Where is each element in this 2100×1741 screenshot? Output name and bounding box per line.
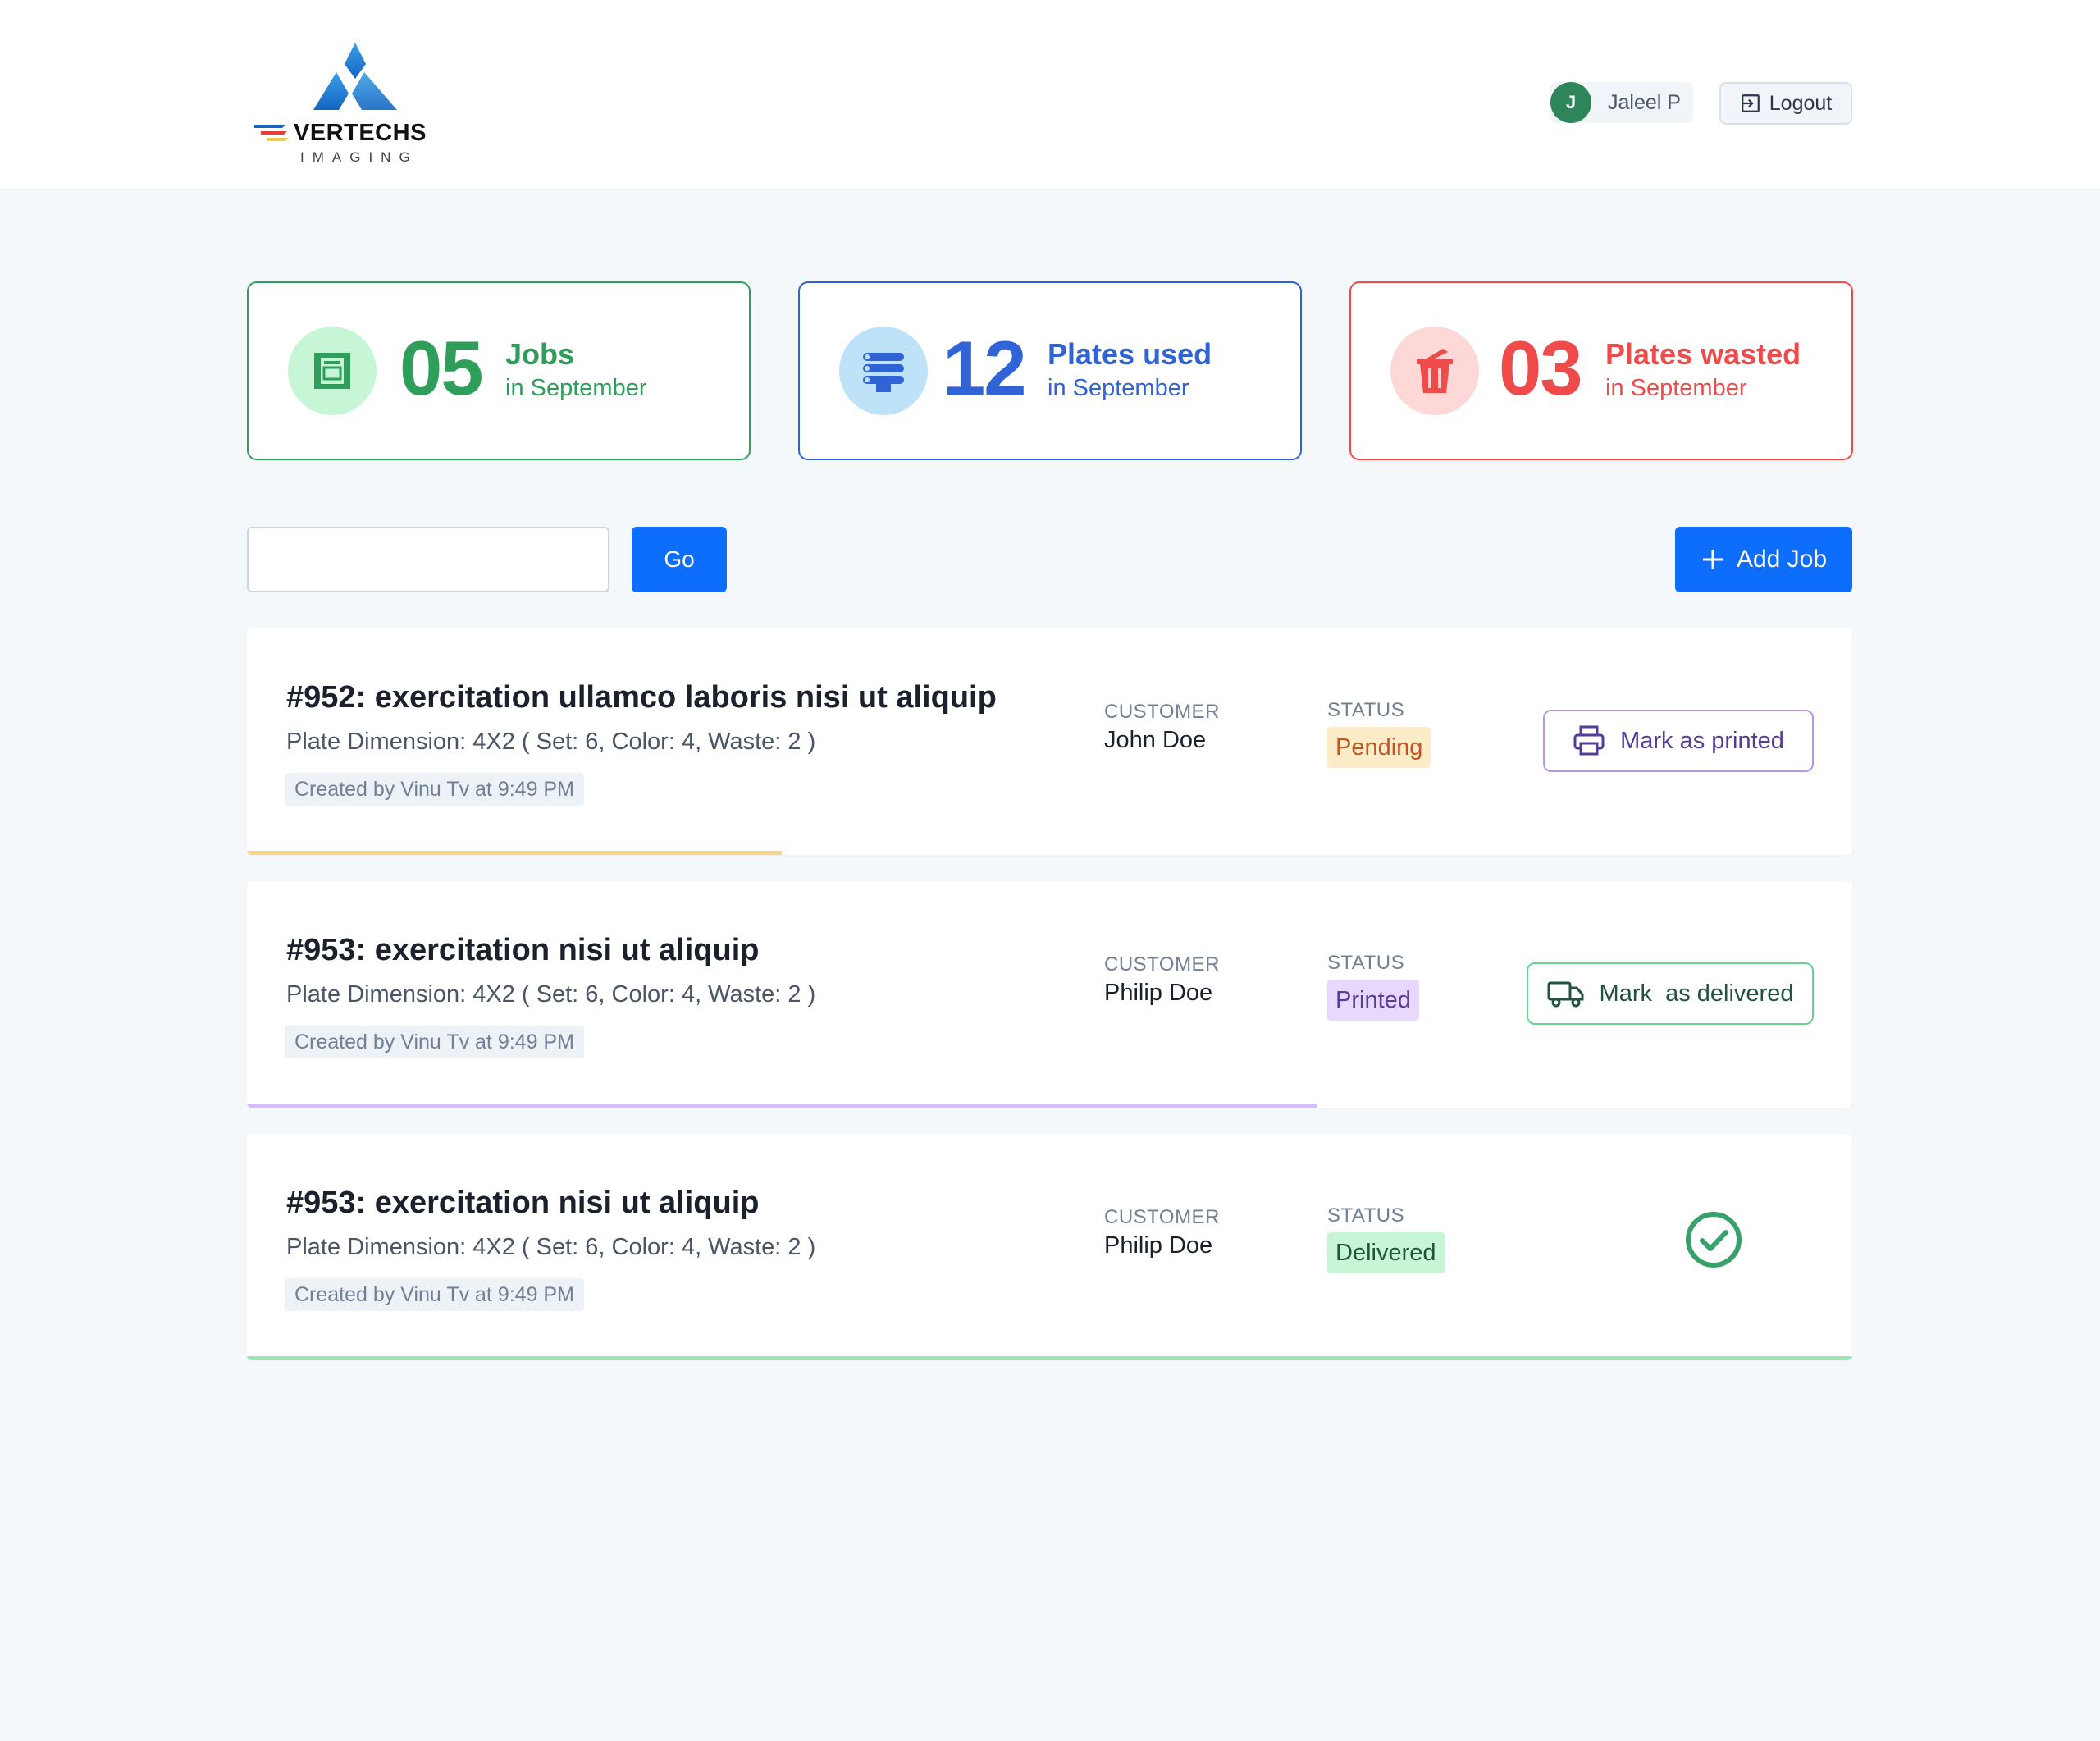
- customer-name: John Doe: [1104, 727, 1207, 753]
- status-label: STATUS: [1327, 699, 1405, 721]
- stat-plates-used-number: 12: [943, 325, 1027, 411]
- company-logo[interactable]: VERTECHS IMAGING: [253, 39, 426, 167]
- logo-subtitle: IMAGING: [300, 149, 418, 165]
- stat-card-plates-wasted: 03 Plates wasted in September: [1349, 281, 1853, 460]
- user-name: Jaleel P: [1608, 90, 1681, 114]
- job-progress-fill: [247, 851, 782, 855]
- job-progress-fill: [247, 1104, 1318, 1108]
- plus-icon: [1702, 550, 1723, 569]
- status-label: STATUS: [1327, 952, 1405, 974]
- job-progress-bar: [247, 1356, 1852, 1360]
- job-created-badge: Created by Vinu Tv at 9:49 PM: [285, 1026, 584, 1058]
- job-dimension: Plate Dimension: 4X2 ( Set: 6, Color: 4,…: [286, 1234, 816, 1260]
- stat-jobs-label: Jobs: [505, 337, 575, 371]
- avatar: J: [1550, 82, 1591, 123]
- app-header: VERTECHS IMAGING J Jaleel P Logout: [0, 0, 2100, 190]
- trash-bin-icon: [1390, 327, 1479, 415]
- job-dimension: Plate Dimension: 4X2 ( Set: 6, Color: 4,…: [286, 981, 816, 1008]
- plates-stack-icon: [839, 327, 928, 415]
- customer-label: CUSTOMER: [1104, 701, 1220, 723]
- mark-as-printed-label: Mark as printed: [1620, 727, 1784, 754]
- stat-plates-wasted-sub: in September: [1605, 375, 1747, 401]
- truck-icon: [1547, 981, 1584, 1008]
- job-title: #952: exercitation ullamco laboris nisi …: [286, 680, 997, 715]
- customer-label: CUSTOMER: [1104, 1206, 1220, 1228]
- customer-label: CUSTOMER: [1104, 953, 1220, 976]
- job-title: #953: exercitation nisi ut aliquip: [286, 933, 760, 967]
- logout-icon: [1741, 94, 1760, 112]
- job-dimension: Plate Dimension: 4X2 ( Set: 6, Color: 4,…: [286, 729, 816, 755]
- logout-label: Logout: [1769, 91, 1833, 115]
- mark-as-delivered-label: Mark as delivered: [1599, 980, 1794, 1007]
- stat-jobs-number: 05: [399, 325, 484, 411]
- add-job-label: Add Job: [1736, 546, 1828, 573]
- status-badge: Delivered: [1327, 1232, 1445, 1273]
- check-circle-icon: [1686, 1212, 1742, 1268]
- stat-plates-wasted-label: Plates wasted: [1605, 337, 1801, 371]
- job-created-badge: Created by Vinu Tv at 9:49 PM: [285, 1278, 584, 1311]
- stat-card-jobs: 05 Jobs in September: [247, 281, 751, 460]
- job-card: #952: exercitation ullamco laboris nisi …: [247, 628, 1852, 855]
- status-badge: Printed: [1327, 980, 1419, 1021]
- job-created-badge: Created by Vinu Tv at 9:49 PM: [285, 773, 584, 806]
- stat-plates-wasted-number: 03: [1499, 325, 1583, 411]
- customer-name: Philip Doe: [1104, 980, 1213, 1006]
- job-card: #953: exercitation nisi ut aliquip Plate…: [247, 881, 1852, 1108]
- logo-wordmark: VERTECHS: [294, 120, 427, 146]
- add-job-button[interactable]: Add Job: [1675, 527, 1852, 592]
- stat-plates-used-label: Plates used: [1048, 337, 1212, 371]
- mark-as-printed-button[interactable]: Mark as printed: [1543, 710, 1814, 772]
- job-progress-bar: [247, 1104, 1852, 1108]
- logo-mountain-icon: [254, 43, 397, 141]
- go-button[interactable]: Go: [632, 527, 727, 592]
- job-progress-bar: [247, 851, 1852, 855]
- mark-as-delivered-button[interactable]: Mark as delivered: [1527, 962, 1814, 1025]
- status-label: STATUS: [1327, 1204, 1405, 1227]
- stat-card-plates-used: 12 Plates used in September: [798, 281, 1302, 460]
- job-title: #953: exercitation nisi ut aliquip: [286, 1186, 760, 1220]
- printer-machine-icon: [288, 327, 377, 415]
- printer-icon: [1573, 725, 1605, 756]
- search-input[interactable]: [247, 527, 609, 592]
- stat-jobs-sub: in September: [505, 375, 647, 401]
- customer-name: Philip Doe: [1104, 1232, 1213, 1259]
- job-progress-fill: [247, 1356, 1852, 1360]
- status-badge: Pending: [1327, 727, 1431, 768]
- logout-button[interactable]: Logout: [1719, 82, 1852, 125]
- job-card: #953: exercitation nisi ut aliquip Plate…: [247, 1134, 1852, 1360]
- user-menu[interactable]: J Jaleel P: [1550, 82, 1693, 123]
- stat-plates-used-sub: in September: [1048, 375, 1189, 401]
